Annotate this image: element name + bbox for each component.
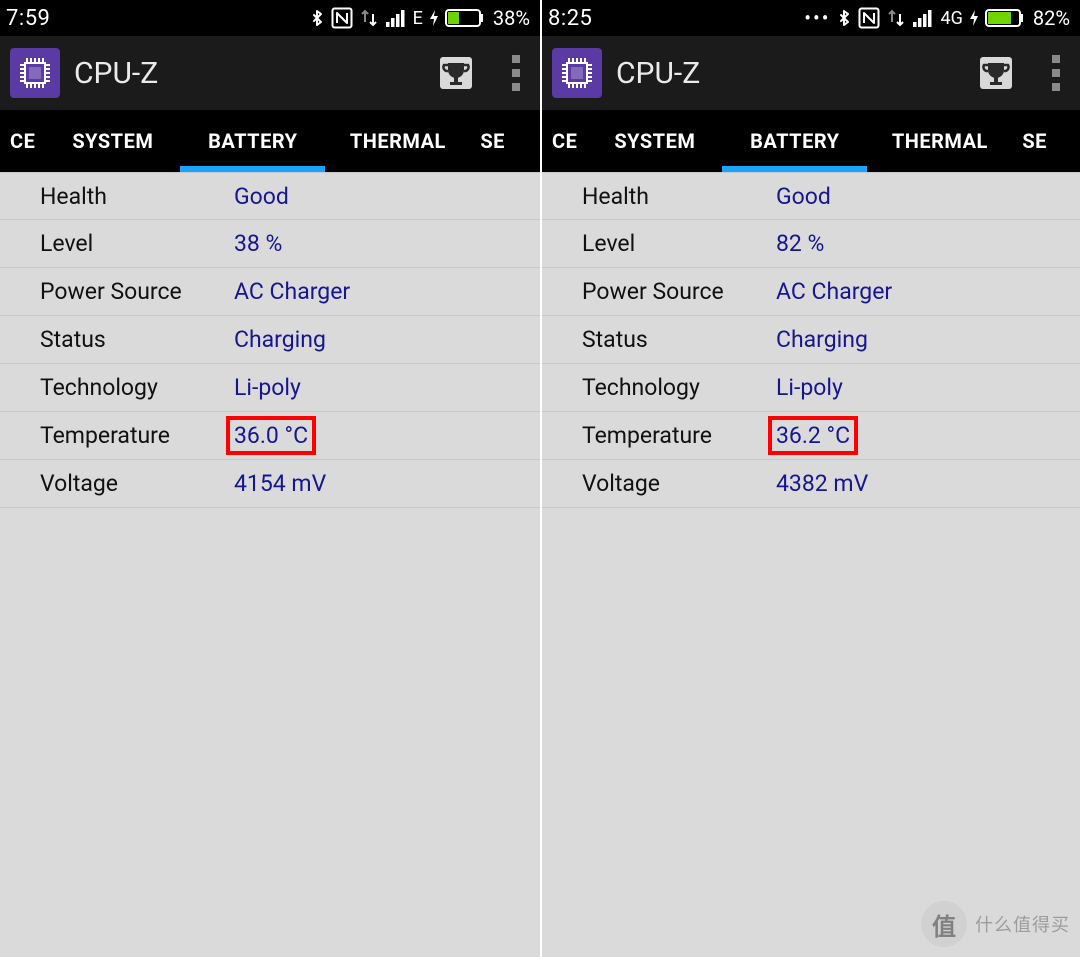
- row-value: 4382 mV: [772, 468, 872, 499]
- network-type-label: E: [413, 8, 423, 29]
- list-row: Health Good: [0, 172, 540, 220]
- tab-bar[interactable]: CESYSTEMBATTERYTHERMALSE: [0, 110, 540, 172]
- phone-screenshot-2: 8:25 ••• 4G 82% CPU-Z: [540, 0, 1080, 957]
- list-row: Voltage 4382 mV: [542, 460, 1080, 508]
- battery-list[interactable]: Health Good Level 38 % Power Source AC C…: [0, 172, 540, 508]
- tab-battery[interactable]: BATTERY: [180, 110, 325, 172]
- list-row: Power Source AC Charger: [542, 268, 1080, 316]
- row-value: 36.2 °C: [772, 420, 854, 451]
- tab-edge-left[interactable]: CE: [542, 110, 587, 172]
- row-label: Level: [40, 230, 230, 257]
- row-value: AC Charger: [772, 276, 896, 307]
- more-indicator-icon: •••: [804, 8, 830, 28]
- data-updown-icon: [886, 8, 906, 28]
- tab-system[interactable]: SYSTEM: [587, 110, 722, 172]
- signal-icon: [385, 8, 407, 28]
- app-title: CPU-Z: [616, 56, 972, 91]
- watermark-badge-icon: 值: [921, 901, 967, 947]
- list-row: Technology Li-poly: [0, 364, 540, 412]
- row-value: 38 %: [230, 228, 286, 259]
- app-bar: CPU-Z: [542, 36, 1080, 110]
- battery-icon: [985, 9, 1025, 27]
- status-bar: 8:25 ••• 4G 82%: [542, 0, 1080, 36]
- row-value: Li-poly: [772, 372, 847, 403]
- tab-battery[interactable]: BATTERY: [722, 110, 867, 172]
- app-bar: CPU-Z: [0, 36, 540, 110]
- bluetooth-icon: [309, 7, 325, 29]
- tab-edge-right[interactable]: SE: [470, 110, 515, 172]
- overflow-menu-button[interactable]: [498, 49, 534, 97]
- list-row: Voltage 4154 mV: [0, 460, 540, 508]
- list-row: Temperature 36.2 °C: [542, 412, 1080, 460]
- signal-icon: [912, 8, 934, 28]
- trophy-button[interactable]: [432, 49, 480, 97]
- list-row: Status Charging: [542, 316, 1080, 364]
- tab-thermal[interactable]: THERMAL: [867, 110, 1012, 172]
- row-value: Good: [772, 181, 835, 212]
- status-bar: 7:59 E 38%: [0, 0, 540, 36]
- row-label: Technology: [582, 374, 772, 401]
- charging-bolt-icon: [429, 10, 439, 26]
- tab-thermal[interactable]: THERMAL: [325, 110, 470, 172]
- battery-percent: 38%: [493, 6, 530, 30]
- tab-edge-left[interactable]: CE: [0, 110, 45, 172]
- tab-edge-right[interactable]: SE: [1012, 110, 1057, 172]
- row-label: Technology: [40, 374, 230, 401]
- row-label: Level: [582, 230, 772, 257]
- battery-icon: [445, 9, 485, 27]
- list-row: Power Source AC Charger: [0, 268, 540, 316]
- overflow-menu-button[interactable]: [1038, 49, 1074, 97]
- status-time: 8:25: [548, 6, 592, 31]
- list-row: Health Good: [542, 172, 1080, 220]
- row-label: Status: [582, 326, 772, 353]
- cpu-app-icon: [552, 48, 602, 98]
- row-value: 36.0 °C: [230, 420, 312, 451]
- charging-bolt-icon: [969, 10, 979, 26]
- list-row: Temperature 36.0 °C: [0, 412, 540, 460]
- app-title: CPU-Z: [74, 56, 432, 91]
- row-label: Health: [582, 183, 772, 210]
- tab-bar[interactable]: CESYSTEMBATTERYTHERMALSE: [542, 110, 1080, 172]
- row-value: Charging: [230, 324, 330, 355]
- trophy-button[interactable]: [972, 49, 1020, 97]
- watermark-text: 什么值得买: [975, 911, 1070, 937]
- battery-percent: 82%: [1033, 6, 1070, 30]
- list-row: Level 82 %: [542, 220, 1080, 268]
- list-row: Technology Li-poly: [542, 364, 1080, 412]
- row-value: 4154 mV: [230, 468, 330, 499]
- phone-screenshot-1: 7:59 E 38% CPU-Z: [0, 0, 540, 957]
- row-label: Status: [40, 326, 230, 353]
- cpu-app-icon: [10, 48, 60, 98]
- row-label: Temperature: [40, 422, 230, 449]
- data-updown-icon: [359, 8, 379, 28]
- row-label: Power Source: [582, 278, 772, 305]
- row-label: Health: [40, 183, 230, 210]
- row-label: Power Source: [40, 278, 230, 305]
- tab-system[interactable]: SYSTEM: [45, 110, 180, 172]
- status-time: 7:59: [6, 6, 50, 31]
- row-value: Charging: [772, 324, 872, 355]
- row-value: Good: [230, 181, 293, 212]
- row-value: AC Charger: [230, 276, 354, 307]
- row-label: Voltage: [40, 470, 230, 497]
- watermark: 值 什么值得买: [921, 901, 1070, 947]
- nfc-icon: [858, 7, 880, 29]
- list-row: Status Charging: [0, 316, 540, 364]
- row-value: 82 %: [772, 228, 828, 259]
- nfc-icon: [331, 7, 353, 29]
- network-type-label: 4G: [940, 8, 962, 29]
- battery-list[interactable]: Health Good Level 82 % Power Source AC C…: [542, 172, 1080, 508]
- row-label: Temperature: [582, 422, 772, 449]
- row-label: Voltage: [582, 470, 772, 497]
- bluetooth-icon: [836, 7, 852, 29]
- list-row: Level 38 %: [0, 220, 540, 268]
- row-value: Li-poly: [230, 372, 305, 403]
